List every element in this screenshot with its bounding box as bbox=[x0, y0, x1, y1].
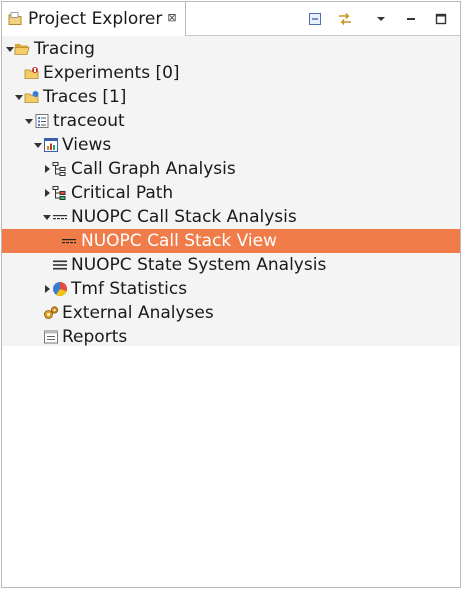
expand-toggle[interactable] bbox=[34, 143, 42, 148]
close-icon[interactable]: ⊠ bbox=[167, 11, 176, 24]
tab-project-explorer[interactable]: Project Explorer ⊠ bbox=[2, 2, 186, 36]
tree-item-label: NUOPC Call Stack View bbox=[81, 231, 278, 251]
tree-item-label: NUOPC Call Stack Analysis bbox=[71, 207, 297, 227]
view-toolbar bbox=[296, 9, 452, 29]
tab-title: Project Explorer bbox=[28, 9, 163, 29]
tree-item-label: Tmf Statistics bbox=[71, 279, 188, 299]
expand-toggle[interactable] bbox=[25, 119, 33, 124]
tree-item-traces[interactable]: Traces [1] bbox=[2, 85, 460, 109]
expand-toggle[interactable] bbox=[45, 285, 50, 293]
tree-item-label: Critical Path bbox=[71, 183, 174, 203]
reports-icon bbox=[43, 329, 59, 345]
minimize-icon[interactable] bbox=[400, 9, 422, 29]
open-folder-icon bbox=[14, 41, 30, 57]
tree-item-nuopc-call-stack-view[interactable]: NUOPC Call Stack View bbox=[2, 229, 460, 253]
tree-item-label: Experiments [0] bbox=[43, 63, 180, 83]
call-graph-icon bbox=[52, 161, 68, 177]
view-menu-icon[interactable] bbox=[370, 9, 392, 29]
trace-file-icon bbox=[34, 113, 50, 129]
call-stack-icon bbox=[52, 209, 68, 225]
expand-toggle[interactable] bbox=[45, 189, 50, 197]
link-with-editor-icon[interactable] bbox=[334, 9, 356, 29]
tree-item-views[interactable]: Views bbox=[2, 133, 460, 157]
tree-item-nuopc-call-stack-analysis[interactable]: NUOPC Call Stack Analysis bbox=[2, 205, 460, 229]
tree-item-external-analyses[interactable]: External Analyses bbox=[2, 301, 460, 325]
tree-item-label: Call Graph Analysis bbox=[71, 159, 236, 179]
gears-icon bbox=[43, 305, 59, 321]
expand-toggle[interactable] bbox=[45, 165, 50, 173]
pie-chart-icon bbox=[52, 281, 68, 297]
tree-item-traceout[interactable]: traceout bbox=[2, 109, 460, 133]
tree-item-tracing[interactable]: Tracing bbox=[2, 37, 460, 61]
experiments-folder-icon bbox=[24, 65, 40, 81]
project-tree: Tracing Experiments [0] Traces [1] trace… bbox=[2, 36, 460, 349]
tree-item-tmf-statistics[interactable]: Tmf Statistics bbox=[2, 277, 460, 301]
maximize-icon[interactable] bbox=[430, 9, 452, 29]
tree-item-label: Tracing bbox=[34, 39, 95, 59]
tree-item-call-graph-analysis[interactable]: Call Graph Analysis bbox=[2, 157, 460, 181]
traces-folder-icon bbox=[24, 89, 40, 105]
tab-bar: Project Explorer ⊠ bbox=[2, 2, 460, 36]
tree-item-label: Views bbox=[62, 135, 112, 155]
state-system-icon bbox=[52, 257, 68, 273]
call-stack-view-icon bbox=[61, 233, 77, 249]
critical-path-icon bbox=[52, 185, 68, 201]
collapse-all-icon[interactable] bbox=[304, 9, 326, 29]
tree-item-nuopc-state-system-analysis[interactable]: NUOPC State System Analysis bbox=[2, 253, 460, 277]
tree-item-experiments[interactable]: Experiments [0] bbox=[2, 61, 460, 85]
tree-item-label: External Analyses bbox=[62, 303, 214, 323]
tree-item-reports[interactable]: Reports bbox=[2, 325, 460, 349]
tree-item-label: Reports bbox=[62, 327, 128, 347]
expand-toggle[interactable] bbox=[43, 215, 51, 220]
tree-item-label: traceout bbox=[53, 111, 125, 131]
views-chart-icon bbox=[43, 137, 59, 153]
tree-item-label: NUOPC State System Analysis bbox=[71, 255, 327, 275]
tree-item-label: Traces [1] bbox=[43, 87, 127, 107]
project-explorer-panel: Project Explorer ⊠ Tracing Experiments [… bbox=[1, 1, 461, 588]
project-explorer-icon bbox=[8, 11, 24, 27]
expand-toggle[interactable] bbox=[15, 95, 23, 100]
expand-toggle[interactable] bbox=[6, 47, 14, 52]
tree-item-critical-path[interactable]: Critical Path bbox=[2, 181, 460, 205]
